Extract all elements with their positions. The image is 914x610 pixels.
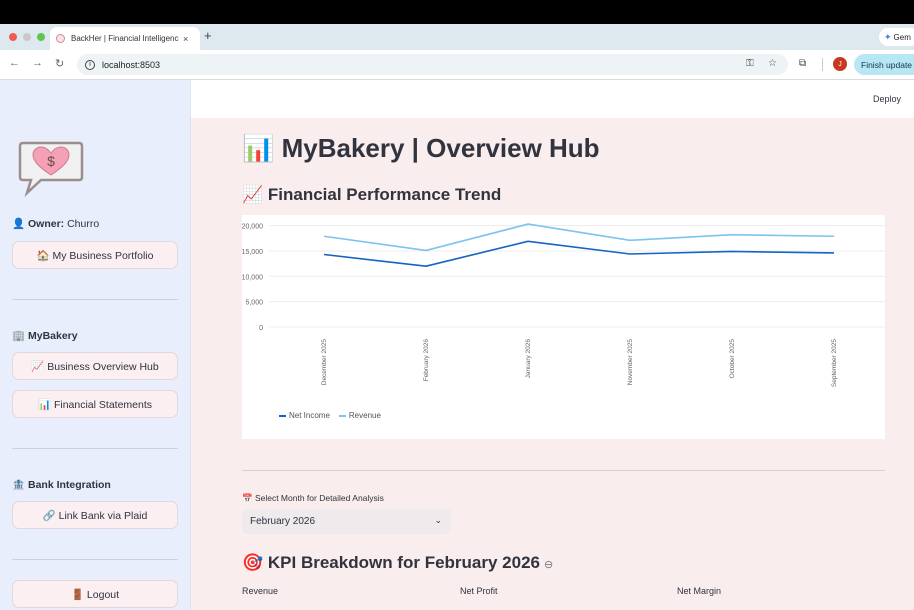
section-bank-heading: 🏦 Bank Integration: [12, 479, 111, 491]
legend-swatch: [279, 414, 286, 417]
y-tick-label: 20,000: [242, 224, 263, 231]
anchor-link-icon[interactable]: ⊖: [544, 559, 553, 571]
series-line: [323, 240, 835, 267]
legend-swatch: [338, 414, 346, 417]
trend-heading: 📈 Financial Performance Trend: [242, 185, 502, 204]
svg-text:$: $: [47, 153, 55, 169]
back-arrow-icon[interactable]: ←: [9, 57, 20, 69]
reload-icon[interactable]: ↻: [55, 57, 64, 70]
extensions-icon[interactable]: ⧉: [799, 58, 806, 69]
legend-item-net-income[interactable]: Net Income: [279, 411, 330, 420]
legend-label: Revenue: [348, 411, 381, 420]
legend-label: Net Income: [289, 411, 330, 420]
kpi-net-margin-label: Net Margin: [677, 586, 722, 596]
sidebar-divider: [12, 299, 178, 300]
new-tab-button[interactable]: +: [204, 28, 212, 43]
sidebar-divider: [12, 559, 178, 560]
window-zoom-button[interactable]: [37, 33, 45, 41]
owner-label: 👤 Owner:: [12, 218, 65, 230]
sidebar-divider: [12, 448, 178, 449]
section-business-heading: 🏢 MyBakery: [12, 330, 78, 342]
y-tick-label: 5,000: [245, 300, 263, 307]
page-title: 📊 MyBakery | Overview Hub: [242, 133, 600, 163]
owner-line: 👤 Owner: Churro: [12, 217, 99, 230]
x-tick-label: October 2025: [729, 339, 736, 379]
kpi-revenue-label: Revenue: [242, 586, 279, 596]
app-header: [191, 80, 914, 118]
deploy-button[interactable]: Deploy: [873, 94, 901, 104]
performance-line-chart: 0 5,000 10,000 15,000 20,000 December 2025 Feb…: [242, 223, 885, 387]
kpi-heading: 🎯 KPI Breakdown for February 2026 ⊖: [242, 553, 553, 573]
browser-tab[interactable]: BackHer | Financial Intelligence ×: [50, 27, 200, 50]
x-tick-label: January 2026: [525, 339, 532, 379]
chevron-down-icon: ⌄: [434, 515, 442, 525]
os-top-strip: [0, 0, 914, 24]
sparkle-icon: ✦: [884, 31, 892, 42]
x-tick-label: September 2025: [831, 339, 838, 387]
y-tick-label: 15,000: [242, 249, 263, 256]
gemini-label: Gem: [893, 32, 911, 42]
profile-avatar[interactable]: J: [833, 57, 847, 71]
address-bar[interactable]: i localhost:8503: [77, 54, 788, 75]
window-minimize-button[interactable]: [23, 33, 31, 41]
link-bank-plaid-button[interactable]: 🔗 Link Bank via Plaid: [12, 501, 178, 529]
overview-hub-button[interactable]: 📈 Business Overview Hub: [12, 352, 178, 380]
x-tick-label: December 2025: [321, 339, 328, 386]
x-tick-label: November 2025: [627, 339, 634, 386]
kpi-heading-text: 🎯 KPI Breakdown for February 2026: [242, 553, 540, 572]
gemini-button[interactable]: ✦ Gem: [879, 28, 914, 46]
series-line: [323, 223, 835, 252]
url-text: localhost:8503: [102, 59, 161, 70]
site-info-icon[interactable]: i: [85, 59, 95, 70]
tab-close-icon[interactable]: ×: [183, 34, 188, 44]
bookmark-star-icon[interactable]: ☆: [768, 58, 777, 69]
y-tick-label: 10,000: [242, 274, 263, 281]
financial-statements-button[interactable]: 📊 Financial Statements: [12, 390, 178, 418]
y-tick-label: 0: [259, 325, 263, 332]
legend-item-revenue[interactable]: Revenue: [338, 411, 381, 420]
logout-button[interactable]: 🚪 Logout: [12, 580, 178, 608]
month-select-label: 📅 Select Month for Detailed Analysis: [242, 493, 384, 503]
forward-arrow-icon[interactable]: →: [32, 57, 43, 69]
month-select-value: February 2026: [250, 516, 316, 527]
toolbar-separator: [822, 58, 823, 71]
month-select[interactable]: February 2026 ⌄: [242, 509, 451, 534]
section-divider: [242, 470, 885, 471]
performance-chart-panel: 0 5,000 10,000 15,000 20,000 December 2025 Feb…: [242, 215, 885, 439]
heart-dollar-logo-icon: $: [18, 141, 84, 197]
business-portfolio-button[interactable]: 🏠 My Business Portfolio: [12, 241, 178, 269]
heart-favicon-icon: [56, 34, 65, 43]
password-key-icon[interactable]: ⚿: [746, 58, 754, 69]
x-tick-label: February 2026: [423, 339, 430, 382]
owner-name: Churro: [64, 218, 100, 230]
window-close-button[interactable]: [9, 33, 17, 41]
tab-title: BackHer | Financial Intelligence: [71, 34, 179, 43]
kpi-net-profit-label: Net Profit: [460, 586, 498, 596]
chart-legend: Net Income Revenue: [279, 411, 390, 420]
finish-update-button[interactable]: Finish update: [854, 54, 914, 75]
